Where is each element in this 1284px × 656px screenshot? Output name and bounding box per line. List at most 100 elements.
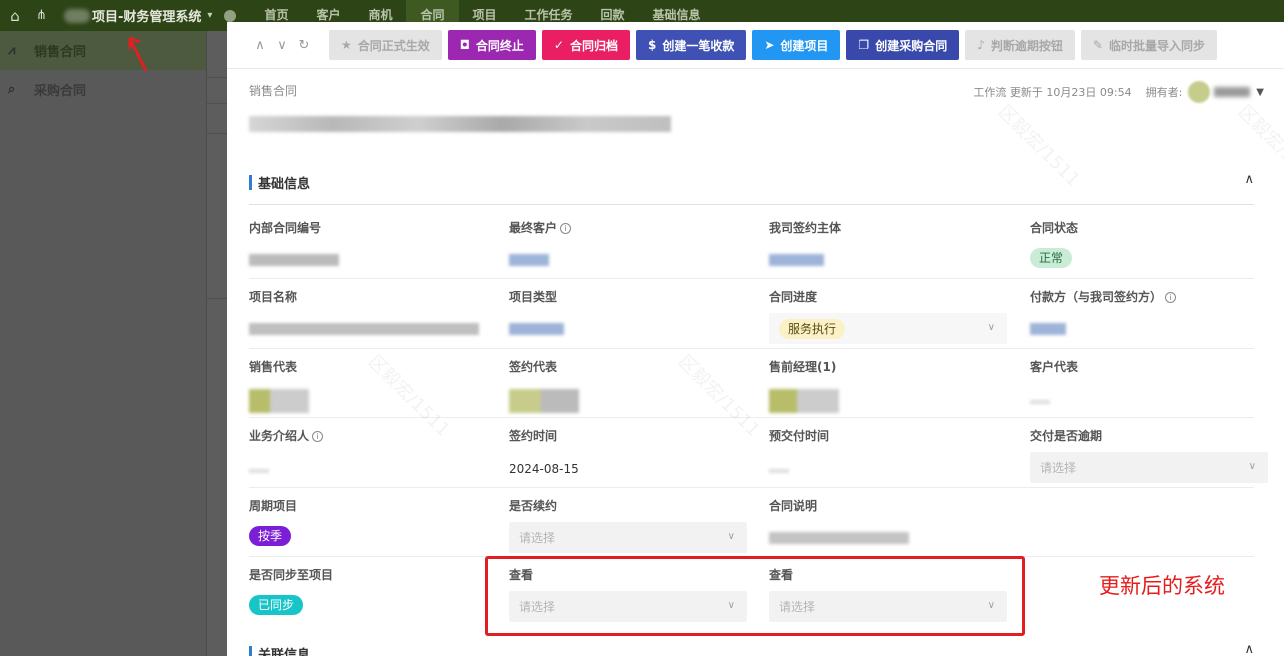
field-contract-desc: 合同说明	[769, 497, 1009, 547]
user-chip[interactable]	[249, 389, 309, 413]
user-chip[interactable]	[509, 389, 579, 413]
section-title: 关联信息	[258, 648, 311, 656]
status-badge: 正常	[1030, 248, 1073, 268]
highlight-box-annotation	[485, 556, 1025, 636]
redacted-value	[249, 323, 479, 335]
redacted-value	[769, 532, 909, 544]
field-signing-rep: 签约代表	[509, 358, 749, 416]
info-icon[interactable]: i	[560, 223, 572, 234]
sidebar: ⩘ 销售合同 ⌕ 采购合同	[0, 31, 207, 656]
empty-value	[249, 469, 269, 473]
sign-date-value[interactable]: 2024-08-15	[509, 462, 749, 476]
workflow-updated-text: 工作流 更新于 10月23日 09:54	[973, 86, 1132, 99]
record-meta: 工作流 更新于 10月23日 09:54 拥有者: ▼	[973, 81, 1264, 103]
record-nav: ∧ ∨ ↻	[249, 38, 315, 53]
overdue-select[interactable]: 请选择 ∨	[1030, 452, 1268, 483]
section-title: 基础信息	[258, 177, 311, 192]
wrench-icon: ✎	[1092, 38, 1103, 52]
field-sales-rep: 销售代表	[249, 358, 489, 416]
progress-tag: 服务执行	[779, 318, 846, 339]
redacted-value	[249, 254, 339, 266]
record-title	[249, 116, 671, 132]
redacted-value[interactable]	[769, 254, 824, 266]
sidebar-item-purchase-contract[interactable]: ⌕ 采购合同	[0, 70, 206, 109]
red-arrow-annotation	[128, 36, 148, 72]
sidebar-item-sales-contract[interactable]: ⩘ 销售合同	[0, 31, 206, 70]
owner-label: 拥有者:	[1145, 86, 1183, 99]
field-project-name: 项目名称	[249, 288, 489, 338]
redacted-value[interactable]	[1030, 323, 1066, 335]
app-switcher-icon[interactable]: ⋔	[36, 8, 58, 23]
archive-contract-button[interactable]: ✓ 合同归档	[541, 30, 630, 60]
empty-value	[769, 469, 789, 473]
star-icon: ★	[341, 38, 352, 52]
field-sign-date: 签约时间 2024-08-15	[509, 427, 749, 476]
app-name[interactable]: 项目-财务管理系统	[92, 6, 201, 25]
field-project-type: 项目类型	[509, 288, 749, 338]
renewal-select[interactable]: 请选择 ∨	[509, 522, 747, 553]
bell-icon: ♪	[977, 38, 985, 52]
field-customer-rep: 客户代表	[1030, 358, 1270, 407]
field-payer: 付款方（与我司签约方） i	[1030, 288, 1270, 338]
company-logo	[64, 8, 90, 23]
chevron-up-icon[interactable]: ∧	[1244, 172, 1254, 187]
user-chip[interactable]	[769, 389, 839, 413]
periodic-badge: 按季	[249, 526, 292, 546]
search-doc-icon: ⌕	[8, 82, 16, 97]
owner-name[interactable]	[1214, 87, 1251, 97]
chevron-down-icon: ∨	[1248, 461, 1256, 472]
activate-contract-button[interactable]: ★ 合同正式生效	[329, 30, 442, 60]
chevron-down-icon: ∨	[727, 531, 735, 542]
breadcrumb[interactable]: 销售合同	[249, 82, 297, 99]
copy-icon: ❐	[858, 38, 870, 52]
action-toolbar: ∧ ∨ ↻ ★ 合同正式生效 ◘ 合同终止 ✓ 合同归档 $ 创建一笔收款 ➤ 创建项目 …	[227, 22, 1284, 69]
section-accent	[249, 646, 252, 656]
refresh-icon[interactable]: ↻	[293, 38, 315, 53]
background-list	[207, 31, 227, 656]
check-overdue-button[interactable]: ♪ 判断逾期按钮	[965, 30, 1075, 60]
avatar[interactable]	[1188, 81, 1211, 103]
chart-icon: ⩘	[8, 43, 16, 58]
info-icon[interactable]: i	[312, 431, 324, 442]
chevron-up-icon[interactable]: ∧	[249, 38, 271, 53]
chevron-down-icon[interactable]: ∨	[271, 38, 293, 53]
stop-icon: ◘	[459, 38, 470, 52]
redacted-value[interactable]	[509, 323, 564, 335]
sidebar-item-label: 销售合同	[34, 45, 87, 60]
field-internal-no: 内部合同编号	[249, 219, 489, 269]
info-icon[interactable]	[224, 9, 237, 22]
annotation-text: 更新后的系统	[1099, 574, 1225, 598]
redacted-value[interactable]	[509, 254, 549, 266]
section-basic-info[interactable]: 基础信息 ∧	[249, 172, 1254, 205]
batch-import-sync-button[interactable]: ✎ 临时批量导入同步	[1080, 30, 1217, 60]
chevron-down-icon[interactable]: ▼	[1256, 87, 1264, 98]
field-delivery-overdue: 交付是否逾期 请选择 ∨	[1030, 427, 1270, 483]
field-contract-progress: 合同进度 服务执行 ∨	[769, 288, 1009, 344]
send-icon: ➤	[764, 38, 775, 52]
chevron-up-icon[interactable]: ∧	[1244, 642, 1254, 656]
field-referrer: 业务介绍人 i	[249, 427, 489, 476]
info-icon[interactable]: i	[1165, 292, 1177, 303]
chevron-down-icon[interactable]: ▾	[207, 10, 212, 21]
field-synced-to-project: 是否同步至项目 已同步	[249, 566, 489, 615]
chevron-down-icon: ∨	[987, 322, 995, 333]
field-expected-delivery: 预交付时间	[769, 427, 1009, 476]
field-is-renewal: 是否续约 请选择 ∨	[509, 497, 749, 553]
home-icon[interactable]: ⌂	[0, 0, 30, 31]
check-icon: ✓	[553, 38, 564, 52]
create-payment-button[interactable]: $ 创建一笔收款	[635, 30, 747, 60]
section-accent	[249, 175, 252, 190]
field-presales-mgr: 售前经理(1)	[769, 358, 1009, 416]
field-final-customer: 最终客户 i	[509, 219, 749, 269]
dollar-icon: $	[647, 38, 657, 52]
field-our-entity: 我司签约主体	[769, 219, 1009, 269]
create-purchase-contract-button[interactable]: ❐ 创建采购合同	[846, 30, 960, 60]
empty-value	[1030, 400, 1050, 404]
progress-select[interactable]: 服务执行 ∨	[769, 313, 1007, 344]
synced-badge: 已同步	[249, 595, 304, 615]
sidebar-item-label: 采购合同	[34, 84, 87, 99]
terminate-contract-button[interactable]: ◘ 合同终止	[447, 30, 536, 60]
field-periodic-project: 周期项目 按季	[249, 497, 489, 546]
create-project-button[interactable]: ➤ 创建项目	[752, 30, 841, 60]
field-contract-status: 合同状态 正常	[1030, 219, 1270, 268]
